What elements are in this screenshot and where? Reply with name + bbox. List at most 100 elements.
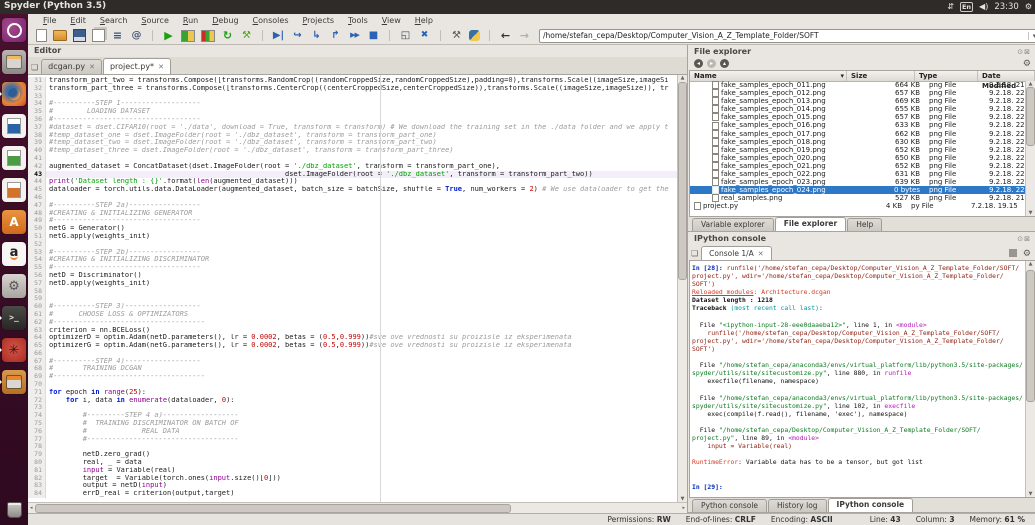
tab-close-icon[interactable]: ✕ xyxy=(758,250,764,258)
console-vscrollbar[interactable]: ▲ ▼ xyxy=(1025,261,1035,497)
column-header-size[interactable]: Size xyxy=(847,71,915,81)
amazon-icon[interactable]: a xyxy=(2,242,26,266)
file-manager-icon[interactable] xyxy=(2,370,26,394)
scroll-down-icon[interactable]: ▼ xyxy=(1029,491,1033,497)
close-panel-icon[interactable]: ⊠ xyxy=(1024,235,1031,243)
file-row[interactable]: project.py4 KBpy File7.2.18. 19.15 xyxy=(690,202,1026,210)
editor-tab-project-py-[interactable]: project.py*✕ xyxy=(103,58,171,74)
tab-variable-explorer[interactable]: Variable explorer xyxy=(692,218,774,231)
file-row[interactable]: fake_samples_epoch_011.png664 KBpng File… xyxy=(690,81,1026,89)
file-row[interactable]: fake_samples_epoch_020.png650 KBpng File… xyxy=(690,154,1026,162)
scroll-down-icon[interactable]: ▼ xyxy=(1029,210,1033,216)
editor-hscrollbar[interactable]: ◂ ▸ xyxy=(28,502,687,513)
rerun-icon[interactable]: ↻ xyxy=(221,29,234,42)
file-row[interactable]: fake_samples_epoch_023.png639 KBpng File… xyxy=(690,178,1026,186)
symbol-finder-icon[interactable]: @ xyxy=(130,29,143,42)
working-directory-combo[interactable]: /home/stefan_cepa/Desktop/Computer_Visio… xyxy=(539,29,1035,43)
forward-icon[interactable]: → xyxy=(518,29,531,42)
tab-python-console[interactable]: Python console xyxy=(692,499,767,512)
libreoffice-writer-icon[interactable] xyxy=(2,114,26,138)
save-all-icon[interactable] xyxy=(92,29,105,42)
parent-folder-icon[interactable]: ▴ xyxy=(720,59,729,68)
file-row[interactable]: fake_samples_epoch_016.png633 KBpng File… xyxy=(690,121,1026,129)
scroll-up-icon[interactable]: ▲ xyxy=(1029,261,1033,267)
file-row[interactable]: fake_samples_epoch_021.png652 KBpng File… xyxy=(690,162,1026,170)
debug-icon[interactable]: ▶| xyxy=(272,29,285,42)
file-row[interactable]: fake_samples_epoch_024.png0 bytespng Fil… xyxy=(690,186,1026,194)
file-row[interactable]: fake_samples_epoch_013.png669 KBpng File… xyxy=(690,97,1026,105)
tab-help[interactable]: Help xyxy=(847,218,882,231)
scroll-down-icon[interactable]: ▼ xyxy=(681,496,685,502)
tab-history-log[interactable]: History log xyxy=(768,499,827,512)
network-icon[interactable]: ⇵ xyxy=(947,0,954,14)
console-area[interactable]: In [28]: runfile('/home/stefan_cepa/Desk… xyxy=(689,260,1035,498)
run-icon[interactable]: ▶ xyxy=(162,29,175,42)
file-row[interactable]: fake_samples_epoch_012.png657 KBpng File… xyxy=(690,89,1026,97)
menu-item-source[interactable]: Source xyxy=(134,14,175,27)
python-env-icon[interactable] xyxy=(469,30,480,41)
libreoffice-impress-icon[interactable] xyxy=(2,178,26,202)
menu-item-help[interactable]: Help xyxy=(408,14,440,27)
file-row[interactable]: fake_samples_epoch_017.png662 KBpng File… xyxy=(690,130,1026,138)
vscrollbar-thumb[interactable] xyxy=(1026,87,1035,146)
tab-close-icon[interactable]: ✕ xyxy=(89,63,95,71)
firefox-icon[interactable] xyxy=(2,82,26,106)
session-gear-icon[interactable]: ⚙ xyxy=(1025,0,1032,14)
scroll-up-icon[interactable]: ▲ xyxy=(681,75,685,81)
file-row[interactable]: fake_samples_epoch_015.png657 KBpng File… xyxy=(690,113,1026,121)
menu-item-search[interactable]: Search xyxy=(93,14,134,27)
fullscreen-icon[interactable]: ✖ xyxy=(418,29,431,42)
menu-item-edit[interactable]: Edit xyxy=(63,14,93,27)
step-return-icon[interactable]: ↱ xyxy=(329,29,342,42)
back-icon[interactable]: ← xyxy=(499,29,512,42)
step-into-icon[interactable]: ↳ xyxy=(310,29,323,42)
scroll-up-icon[interactable]: ▲ xyxy=(1029,81,1033,87)
editor-vscrollbar[interactable]: ▲ ▼ xyxy=(677,75,687,502)
terminal-icon[interactable]: >_ xyxy=(2,306,26,330)
run-cell-advance-icon[interactable] xyxy=(201,30,215,42)
browse-tabs-icon[interactable]: ❏ xyxy=(31,63,38,72)
file-row[interactable]: fake_samples_epoch_014.png655 KBpng File… xyxy=(690,105,1026,113)
previous-directory-icon[interactable]: ◂ xyxy=(694,59,703,68)
menu-item-tools[interactable]: Tools xyxy=(341,14,375,27)
menu-item-file[interactable]: File xyxy=(36,14,63,27)
tab-close-icon[interactable]: ✕ xyxy=(158,63,164,71)
menu-item-consoles[interactable]: Consoles xyxy=(246,14,296,27)
next-directory-icon[interactable]: ▸ xyxy=(707,59,716,68)
ubuntu-software-icon[interactable]: A xyxy=(2,210,26,234)
console-options-icon[interactable]: ⚙ xyxy=(1023,249,1031,259)
vscrollbar-thumb[interactable] xyxy=(1026,270,1035,402)
maximize-pane-icon[interactable]: ◱ xyxy=(399,29,412,42)
trash-icon[interactable] xyxy=(2,498,26,522)
new-file-icon[interactable] xyxy=(36,29,47,42)
run-config-icon[interactable]: ⚒ xyxy=(240,29,253,42)
column-header-type[interactable]: Type xyxy=(915,71,978,81)
code-area[interactable]: 31transform_part_two = transforms.Compos… xyxy=(28,75,687,502)
spyder-icon[interactable]: ✳ xyxy=(2,338,26,362)
browse-tabs-icon[interactable]: ❏ xyxy=(691,249,698,258)
menu-item-view[interactable]: View xyxy=(375,14,408,27)
scroll-left-icon[interactable]: ◂ xyxy=(30,505,33,511)
hscrollbar-thumb[interactable] xyxy=(35,504,511,513)
editor-tab-dcgan-py[interactable]: dcgan.py✕ xyxy=(41,59,102,74)
column-header-name[interactable]: Name▾ xyxy=(690,71,847,81)
libreoffice-calc-icon[interactable] xyxy=(2,146,26,170)
menu-item-projects[interactable]: Projects xyxy=(295,14,341,27)
menu-item-run[interactable]: Run xyxy=(176,14,205,27)
volume-icon[interactable]: ◀) xyxy=(979,0,988,14)
interrupt-kernel-icon[interactable] xyxy=(1009,249,1017,257)
file-row[interactable]: fake_samples_epoch_018.png630 KBpng File… xyxy=(690,138,1026,146)
tab-file-explorer[interactable]: File explorer xyxy=(775,217,846,231)
tab-ipython-console[interactable]: IPython console xyxy=(828,498,914,512)
system-settings-icon[interactable]: ⚙ xyxy=(2,274,26,298)
debug-continue-icon[interactable]: ▶▶ xyxy=(348,29,361,42)
ubuntu-dash-icon[interactable] xyxy=(2,18,26,42)
scroll-right-icon[interactable]: ▸ xyxy=(682,505,685,511)
files-icon[interactable] xyxy=(2,50,26,74)
clock[interactable]: 23:30 xyxy=(994,0,1019,14)
save-icon[interactable] xyxy=(73,29,86,42)
keyboard-layout-indicator[interactable]: En xyxy=(960,2,973,12)
path-dropdown-icon[interactable]: ▾ xyxy=(1028,32,1035,40)
outline-explorer-icon[interactable]: ≡ xyxy=(111,29,124,42)
file-row[interactable]: fake_samples_epoch_022.png631 KBpng File… xyxy=(690,170,1026,178)
